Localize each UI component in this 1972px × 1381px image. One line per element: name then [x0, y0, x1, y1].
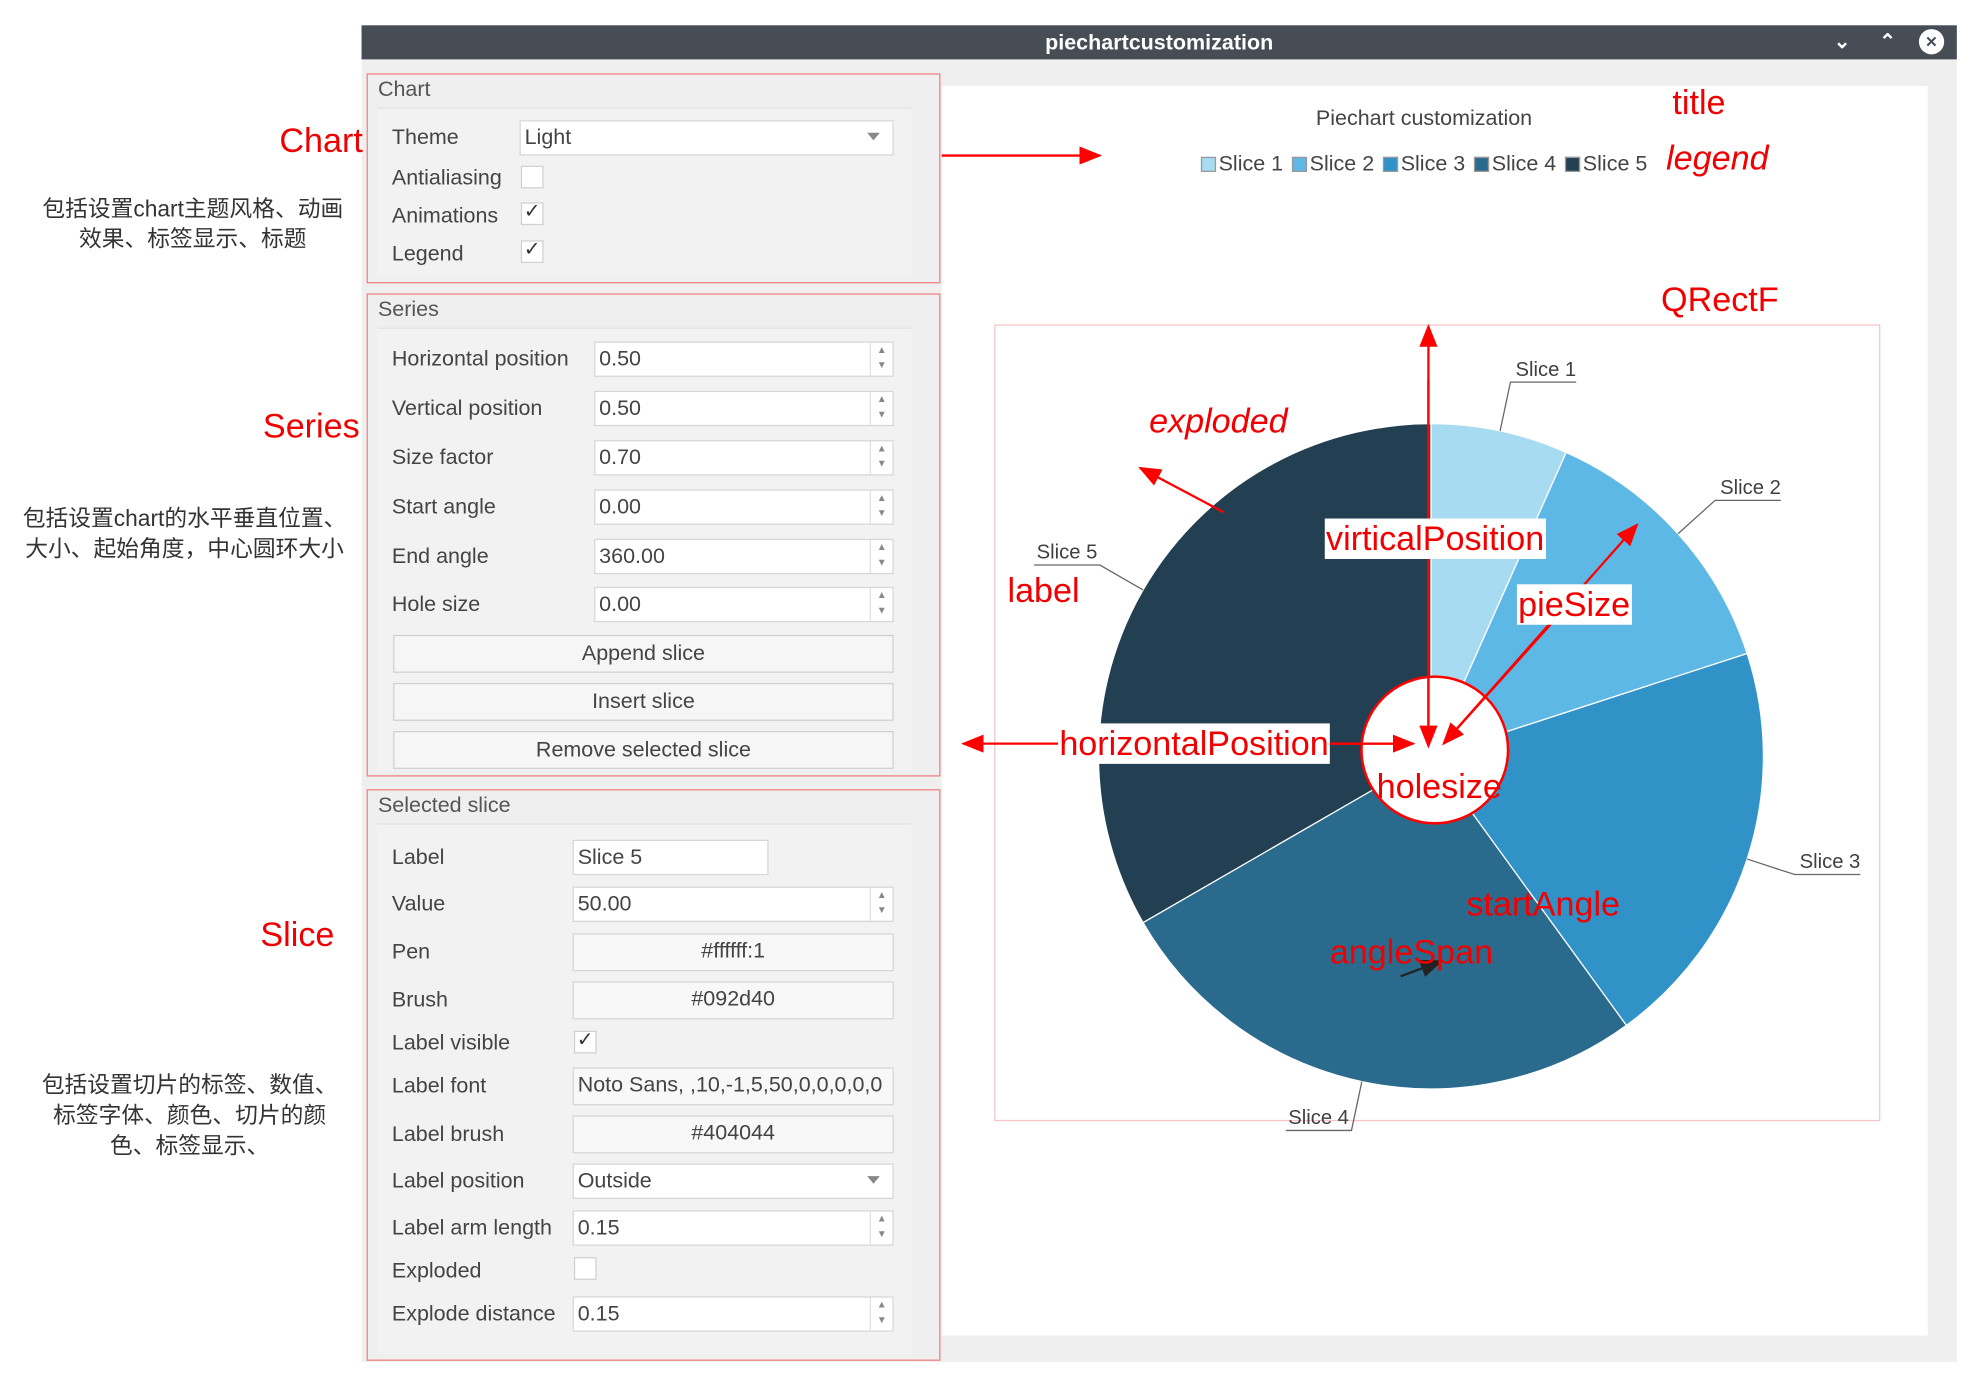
- slice-label-arm: [1499, 381, 1577, 432]
- annotation-start-angle: startAngle: [1466, 885, 1621, 924]
- annotation-qrectf: QRectF: [1661, 280, 1779, 319]
- annotation-angle-span: angleSpan: [1329, 933, 1494, 972]
- slice-label: Slice 2: [1720, 477, 1781, 499]
- annotation-pie-size: pieSize: [1516, 584, 1632, 625]
- annotation-hole-size: holesize: [1376, 767, 1502, 806]
- annotation-label: label: [1007, 571, 1080, 610]
- slice-label: Slice 1: [1516, 359, 1577, 381]
- annotation-vertical-position: virticalPosition: [1324, 518, 1546, 559]
- annotation-horizontal-position: horizontalPosition: [1058, 723, 1331, 764]
- annotation-chart: Chart: [279, 121, 363, 160]
- annotation-legend: legend: [1666, 139, 1769, 178]
- annotation-series-desc: 包括设置chart的水平垂直位置、大小、起始角度，中心圆环大小: [22, 505, 347, 562]
- annotation-title: title: [1672, 83, 1726, 122]
- annotation-exploded: exploded: [1149, 402, 1288, 441]
- annotation-slice: Slice: [260, 915, 335, 954]
- slice-label: Slice 4: [1288, 1107, 1349, 1129]
- annotation-chart-desc: 包括设置chart主题风格、动画效果、标签显示、标题: [42, 196, 344, 252]
- slice-label: Slice 3: [1800, 851, 1861, 873]
- slice-label-arm: [1677, 499, 1781, 535]
- annotation-slice-desc: 包括设置切片的标签、数值、标签字体、颜色、切片的颜色、标签显示、: [41, 1072, 338, 1159]
- slice-label: Slice 5: [1037, 542, 1098, 564]
- annotation-series: Series: [262, 407, 360, 446]
